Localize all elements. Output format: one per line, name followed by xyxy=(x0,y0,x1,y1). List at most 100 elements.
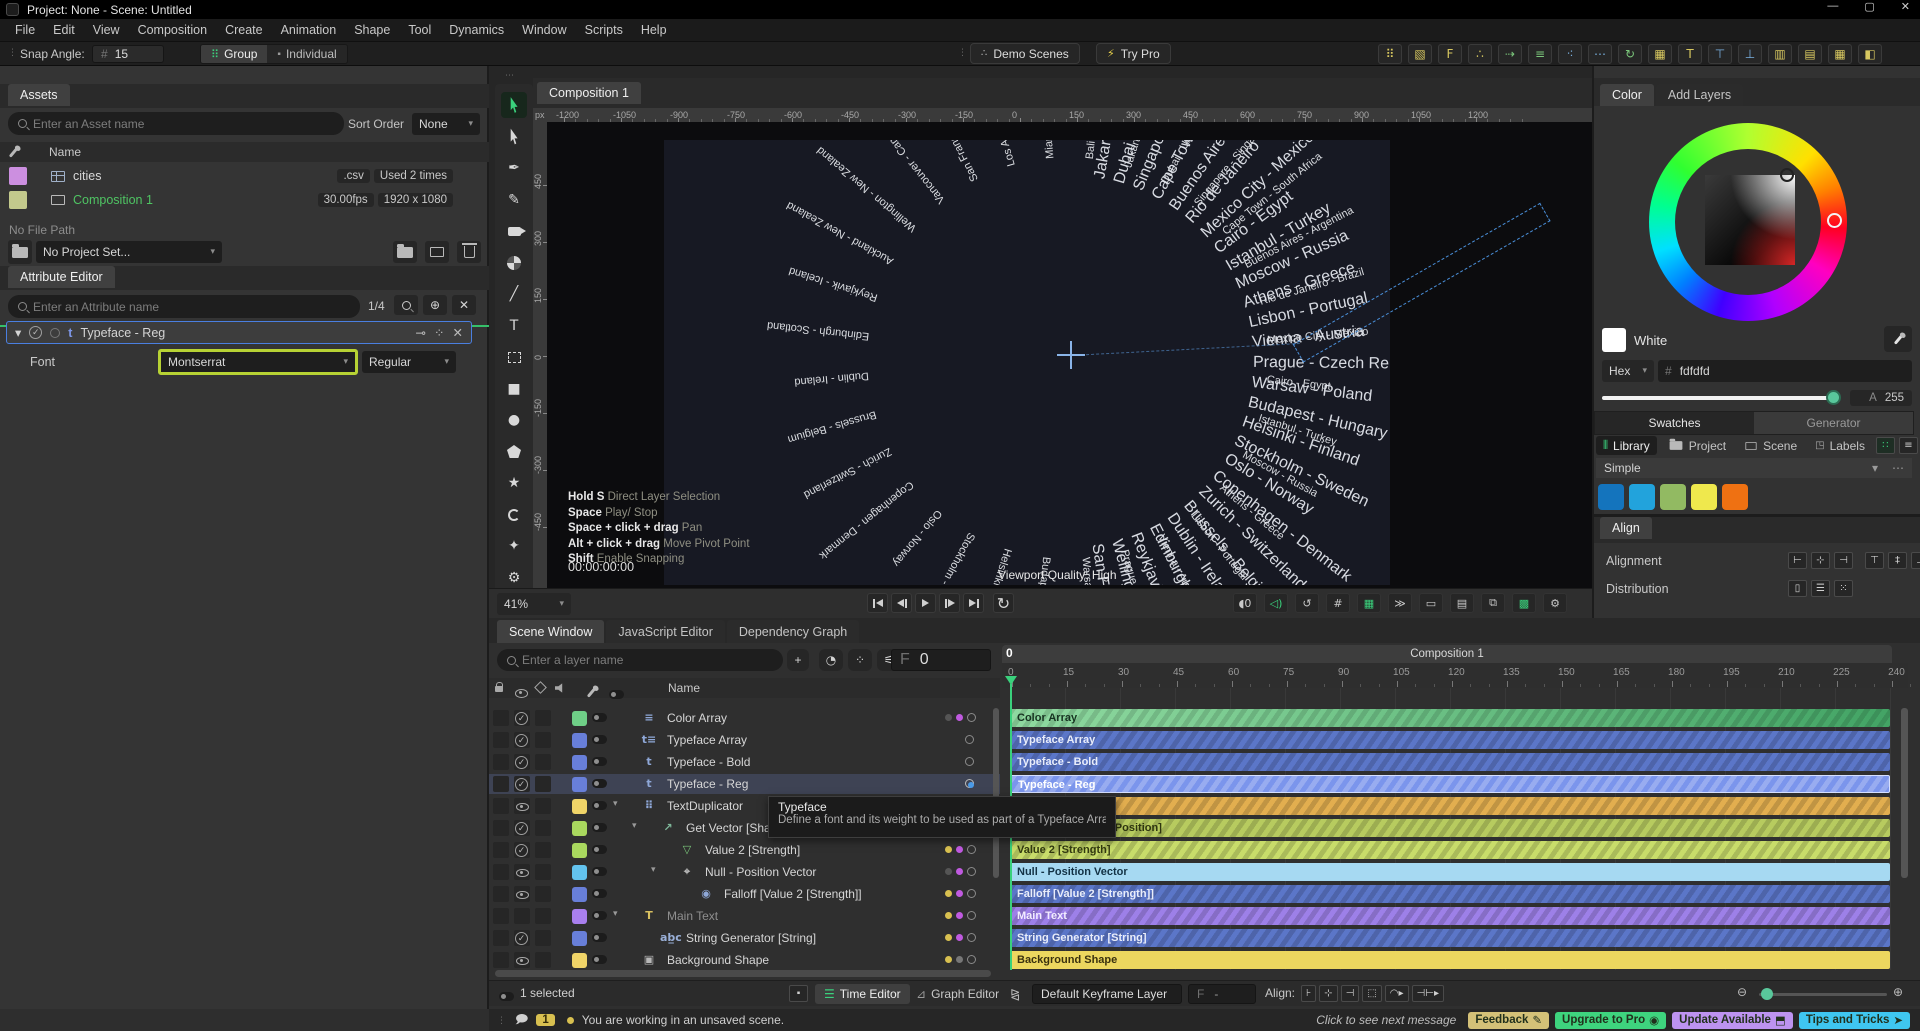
layer-color-swatch[interactable] xyxy=(572,710,587,726)
enabled-check-icon[interactable]: ✓ xyxy=(29,326,43,339)
alignment-button-5[interactable]: ⊥ xyxy=(1911,552,1920,569)
font-weight-select[interactable]: Regular ▾ xyxy=(362,351,456,373)
spare-cell[interactable] xyxy=(535,952,551,968)
spare-cell[interactable] xyxy=(535,908,551,924)
render-flags-icon[interactable]: ≫ xyxy=(1388,593,1412,613)
tab-assets[interactable]: Assets xyxy=(8,84,70,106)
attribute-search-input[interactable] xyxy=(33,299,350,314)
asset-search[interactable] xyxy=(8,112,344,135)
direct-select-tool[interactable] xyxy=(501,124,527,150)
star-tool[interactable]: ★ xyxy=(501,470,527,496)
settings-tool[interactable]: ⚙ xyxy=(501,565,527,591)
tab-swatches[interactable]: Swatches xyxy=(1595,412,1754,434)
minimize-button[interactable]: — xyxy=(1827,0,1838,13)
timeline-bar[interactable]: Null - Position Vector xyxy=(1010,863,1890,881)
hex-mode-select[interactable]: Hex ▾ xyxy=(1602,360,1654,382)
next-message-hint[interactable]: Click to see next message xyxy=(1316,1013,1456,1027)
rectangle-tool[interactable]: ■ xyxy=(501,376,527,402)
indicator-dot[interactable] xyxy=(945,912,952,919)
timeline-bar[interactable]: String Generator [String] xyxy=(1010,929,1890,947)
spare-cell[interactable] xyxy=(535,732,551,748)
pick-attribute-button[interactable] xyxy=(394,295,418,315)
play-button[interactable] xyxy=(915,593,936,613)
pin-icon[interactable]: ⊸ xyxy=(416,325,426,340)
status-message[interactable]: You are working in an unsaved scene. xyxy=(582,1013,784,1027)
open-folder-button[interactable] xyxy=(393,241,417,263)
visibility-cell[interactable]: ✓ xyxy=(514,754,530,770)
checker-icon[interactable]: ▩ xyxy=(1512,593,1536,613)
lock-cell[interactable] xyxy=(493,930,509,946)
check-icon[interactable]: ✓ xyxy=(515,778,528,791)
visibility-cell[interactable] xyxy=(514,952,530,968)
expand-chevron-icon[interactable]: ▾ xyxy=(613,799,618,809)
menu-item-shape[interactable]: Shape xyxy=(345,23,399,37)
source-labels[interactable]: ◳ Labels xyxy=(1808,437,1872,455)
layer-color-swatch[interactable] xyxy=(572,842,587,858)
layer-color-swatch[interactable] xyxy=(572,754,587,770)
alignment-button-4[interactable]: ‡ xyxy=(1888,552,1907,569)
indicator-dot[interactable] xyxy=(956,714,963,721)
asset-row[interactable]: Composition 1 30.00fps 1920 x 1080 xyxy=(0,188,489,212)
zoom-out-icon[interactable]: ⊖ xyxy=(1737,985,1747,999)
timeline-zoom-track[interactable] xyxy=(1759,993,1887,996)
individual-mode-button[interactable]: ▪ Individual xyxy=(267,45,347,63)
indicator-radio[interactable] xyxy=(965,779,974,788)
layer-row[interactable]: ◉ Falloff [Value 2 [Strength]] xyxy=(489,884,1000,904)
project-folder-button[interactable] xyxy=(8,240,32,264)
tab-color[interactable]: Color xyxy=(1600,84,1654,106)
loop-button[interactable]: ↻ xyxy=(993,593,1014,613)
lock-cell[interactable] xyxy=(493,710,509,726)
spare-cell[interactable] xyxy=(535,930,551,946)
composition-button[interactable] xyxy=(425,241,449,263)
spare-cell[interactable] xyxy=(535,820,551,836)
menu-item-help[interactable]: Help xyxy=(632,23,676,37)
saturation-value-square[interactable] xyxy=(1705,175,1795,265)
timeline-bar[interactable]: Value 2 [Strength] xyxy=(1010,841,1890,859)
distribution-button-2[interactable]: ⁙ xyxy=(1834,580,1853,597)
align-top-icon[interactable]: ⊤ xyxy=(1708,44,1732,64)
check-icon[interactable]: ✓ xyxy=(515,734,528,747)
layer-color-swatch[interactable] xyxy=(572,798,587,814)
layers-icon[interactable]: ▤ xyxy=(1450,593,1474,613)
layer-color-swatch[interactable] xyxy=(572,952,587,968)
layer-row[interactable]: ✓ ≡ Color Array xyxy=(489,708,1000,728)
menu-item-animation[interactable]: Animation xyxy=(272,23,346,37)
indicator-circle[interactable] xyxy=(967,911,976,920)
check-icon[interactable]: ✓ xyxy=(515,756,528,769)
hierarchy-icon[interactable]: ⁖ xyxy=(1558,44,1582,64)
timeline-bar[interactable]: Background Shape xyxy=(1010,951,1890,969)
close-node-icon[interactable]: ✕ xyxy=(453,325,463,340)
visibility-cell[interactable]: ✓ xyxy=(514,732,530,748)
messages-icon[interactable]: 🗩 xyxy=(515,1010,528,1031)
transform-box-tool[interactable] xyxy=(501,344,527,370)
lock-cell[interactable] xyxy=(493,754,509,770)
settings-icon[interactable]: ⚙ xyxy=(1543,593,1567,613)
lock-cell[interactable] xyxy=(493,842,509,858)
timeline-bar[interactable]: TextDuplicator xyxy=(1010,797,1890,815)
node-header-typeface-reg[interactable]: ▾ ✓ t Typeface - Reg ⊸ ⁘ ✕ xyxy=(6,321,472,344)
camera-toggle-icon[interactable] xyxy=(592,779,607,788)
eye-icon[interactable] xyxy=(515,887,529,900)
tab-add-layers[interactable]: Add Layers xyxy=(1655,84,1744,106)
sv-selector[interactable] xyxy=(1780,168,1794,182)
snap-angle-field[interactable]: # 15 xyxy=(92,45,164,63)
layer-color-swatch[interactable] xyxy=(572,820,587,836)
hex-value-field[interactable]: # fdfdfd xyxy=(1658,360,1912,382)
visibility-cell[interactable]: ✓ xyxy=(514,842,530,858)
frame-icon[interactable]: F xyxy=(1438,44,1462,64)
visibility-cell[interactable]: ✓ xyxy=(514,820,530,836)
indicator-circle[interactable] xyxy=(967,889,976,898)
group-mode-button[interactable]: ⠿ Group xyxy=(201,45,268,63)
indicator-dot[interactable] xyxy=(956,846,963,853)
check-icon[interactable]: ✓ xyxy=(515,932,528,945)
timeline-zoom-knob[interactable] xyxy=(1761,988,1773,1000)
camera-toggle-icon[interactable] xyxy=(592,823,607,832)
composition-area[interactable]: Miami - United StatesBali - IndonesiaJak… xyxy=(664,140,1390,585)
spare-cell[interactable] xyxy=(535,754,551,770)
menu-item-scripts[interactable]: Scripts xyxy=(576,23,632,37)
tips-and-tricks-button[interactable]: Tips and Tricks ➤ xyxy=(1798,1011,1910,1029)
layer-color-swatch[interactable] xyxy=(572,776,587,792)
previous-frame-button[interactable] xyxy=(891,593,912,613)
layer-row[interactable]: ✓ t Typeface - Bold xyxy=(489,752,1000,772)
visibility-cell[interactable]: ✓ xyxy=(514,710,530,726)
